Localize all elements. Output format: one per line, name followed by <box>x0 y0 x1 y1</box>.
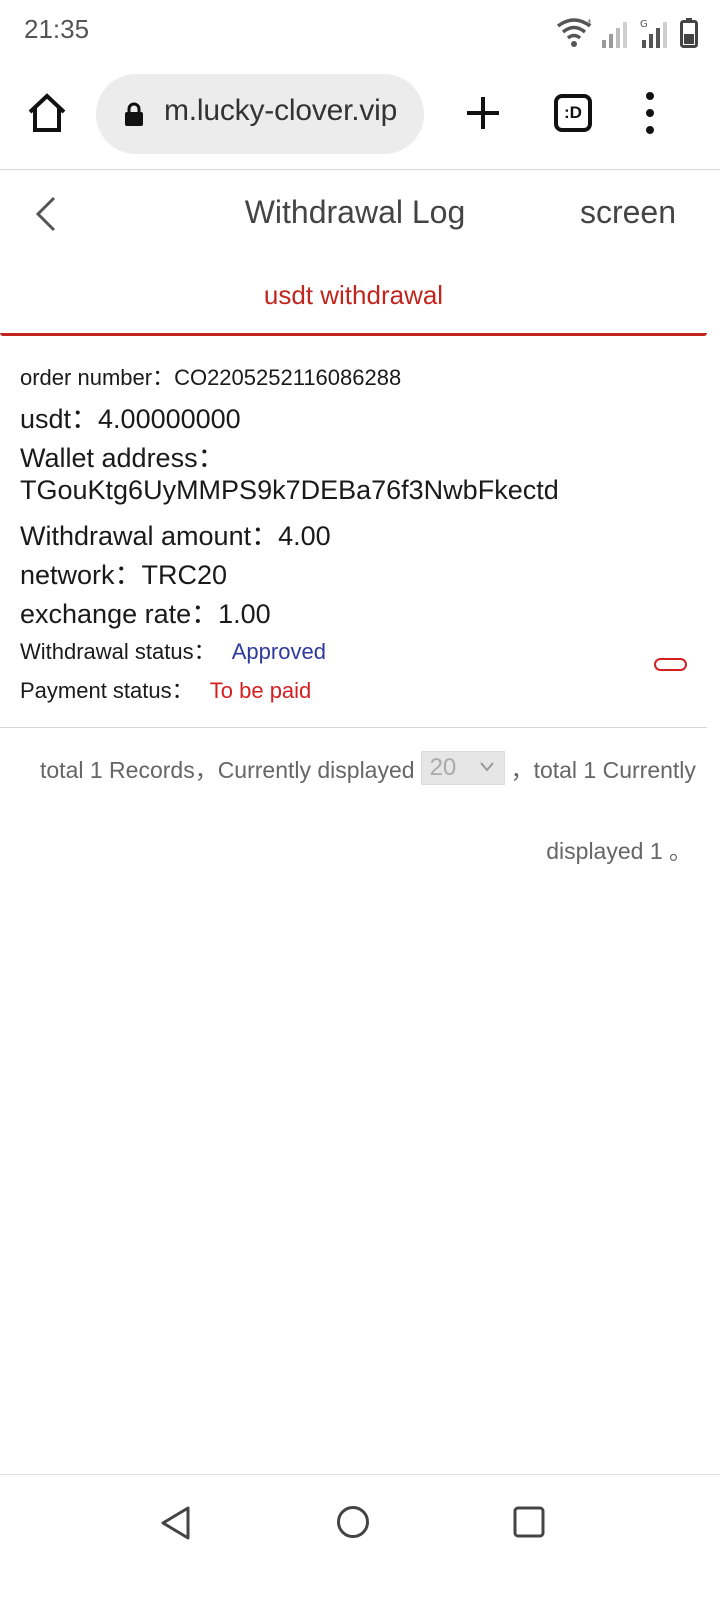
screen-filter-button[interactable]: screen <box>580 194 676 231</box>
tab-switcher-label: :D <box>564 103 582 122</box>
home-icon[interactable] <box>26 92 68 134</box>
browser-toolbar: m.lucky-clover.vip :D <box>0 64 720 170</box>
system-nav-bar <box>0 1474 720 1600</box>
withdrawal-record: order number：CO2205252116086288 usdt：4.0… <box>0 336 707 728</box>
payment-status: Payment status： To be paid <box>20 673 311 705</box>
pagination-text-line2: displayed 1 。 <box>546 838 692 864</box>
exchange-rate: exchange rate：1.00 <box>20 599 271 629</box>
more-menu-icon[interactable] <box>638 92 662 134</box>
nav-home-icon[interactable] <box>336 1505 370 1539</box>
wallet-address-label: Wallet address： <box>20 443 225 473</box>
tab-label: usdt withdrawal <box>263 280 444 310</box>
status-bar: 21:35 4G G <box>0 0 720 64</box>
chevron-down-icon <box>479 762 494 772</box>
nav-back-icon[interactable] <box>158 1505 194 1541</box>
tab-switcher-button[interactable]: :D <box>554 94 592 132</box>
tab-usdt-withdrawal[interactable]: usdt withdrawal <box>0 258 707 336</box>
pagination: total 1 Records，Currently displayed 20 ，… <box>40 750 696 786</box>
withdrawal-status-label: Withdrawal status： <box>20 639 216 664</box>
url-text[interactable]: m.lucky-clover.vip <box>164 94 397 128</box>
wallet-address: TGouKtg6UyMMPS9k7DEBa76f3NwbFkectd <box>20 475 559 505</box>
status-badge: Approved <box>231 639 326 664</box>
lock-icon <box>125 102 143 126</box>
network: network：TRC20 <box>20 560 228 590</box>
status-time: 21:35 <box>24 14 90 44</box>
payment-status-value: To be paid <box>209 678 312 703</box>
usdt-amount: usdt：4.00000000 <box>20 404 241 434</box>
wifi-icon: 4G <box>556 18 592 47</box>
action-button[interactable] <box>654 658 687 671</box>
withdrawal-status: Withdrawal status： Approved <box>20 634 326 666</box>
pagination-text-after: ，total 1 Currently <box>510 757 696 783</box>
svg-text:4G: 4G <box>586 19 592 29</box>
page-size-select[interactable]: 20 <box>420 751 505 785</box>
battery-icon <box>680 18 698 48</box>
withdrawal-amount: Withdrawal amount：4.00 <box>20 521 331 551</box>
status-icons: 4G G <box>556 12 698 48</box>
signal-icon-2: G <box>640 19 667 48</box>
payment-status-label: Payment status： <box>20 678 194 703</box>
order-number: order number：CO2205252116086288 <box>20 365 402 390</box>
url-bar[interactable]: m.lucky-clover.vip <box>96 74 424 154</box>
svg-text:G: G <box>640 19 648 30</box>
new-tab-icon[interactable] <box>462 92 504 134</box>
nav-recents-icon[interactable] <box>513 1506 545 1538</box>
page-header: Withdrawal Log screen <box>0 170 720 256</box>
page-size-value: 20 <box>429 754 457 781</box>
signal-icon <box>602 22 627 48</box>
pagination-text-before: total 1 Records，Currently displayed <box>40 757 415 783</box>
